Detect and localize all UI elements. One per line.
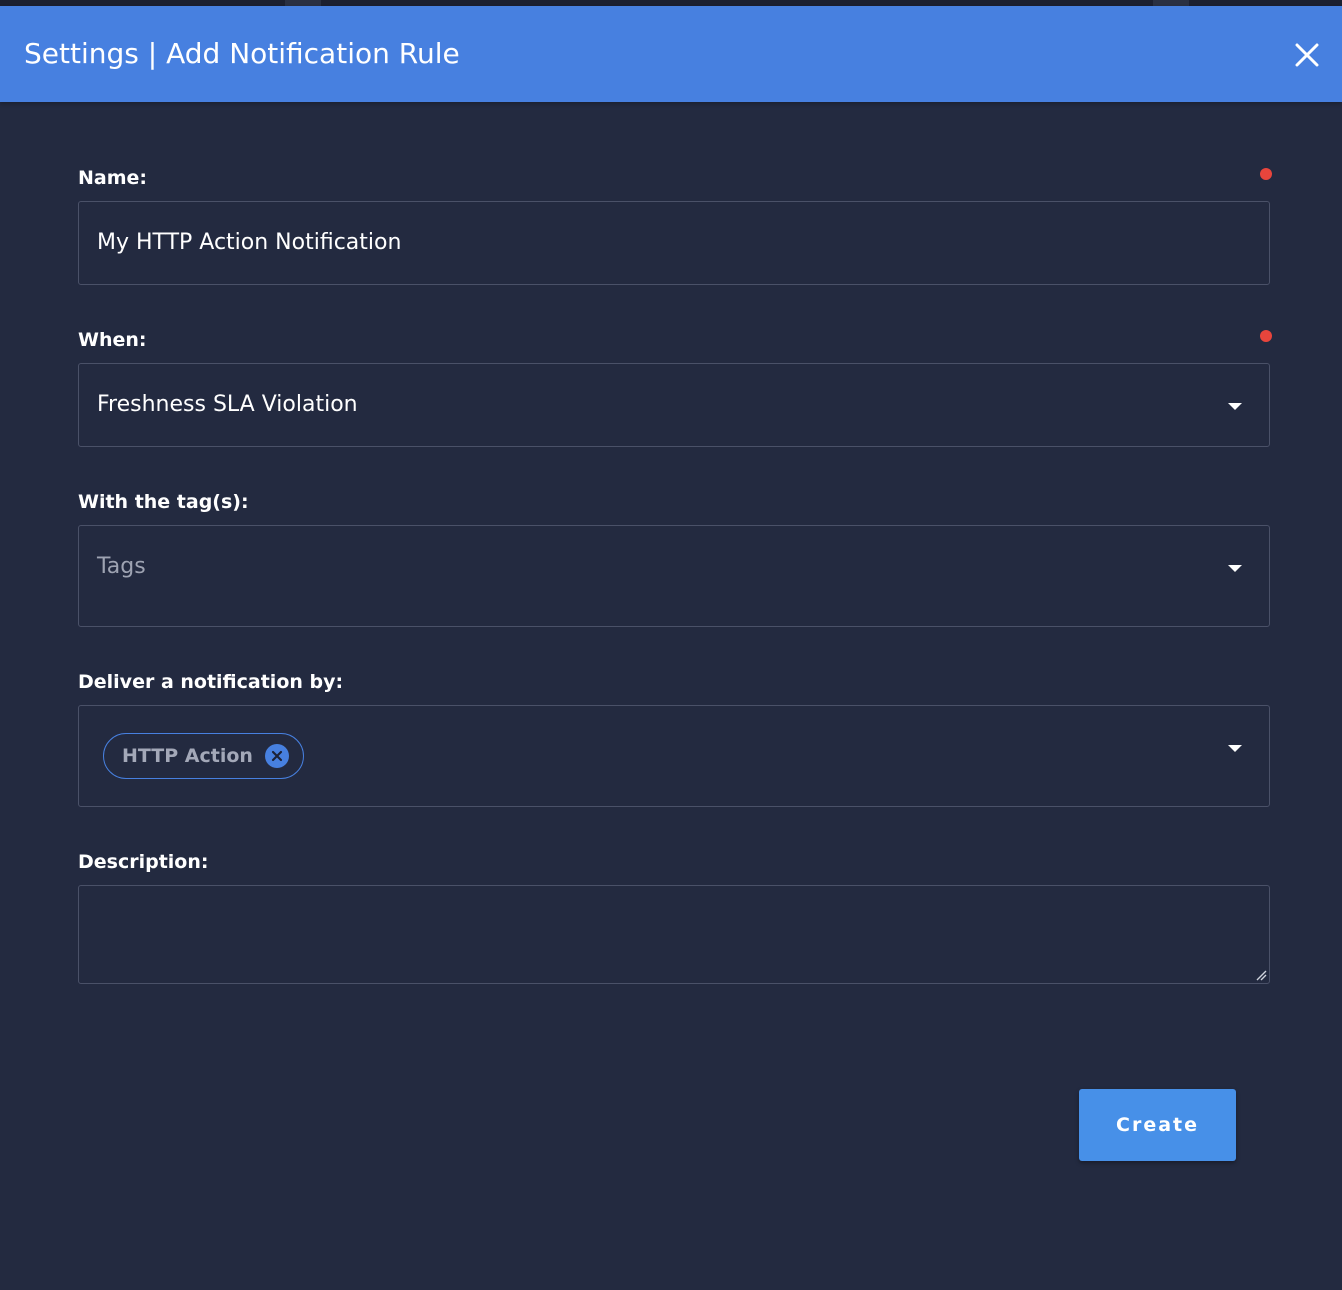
description-textarea[interactable] [78, 885, 1270, 984]
when-select-value: Freshness SLA Violation [97, 392, 358, 417]
dialog-header: Settings | Add Notification Rule [0, 6, 1342, 102]
delivery-chip-remove-button[interactable] [264, 744, 289, 768]
add-notification-rule-dialog: Settings | Add Notification Rule Name: M… [0, 6, 1342, 1290]
deliver-select[interactable]: HTTP Action [78, 705, 1270, 807]
close-icon [1295, 43, 1319, 67]
chevron-down-icon [1228, 565, 1242, 572]
chevron-down-icon [1228, 745, 1242, 752]
name-label: Name: [78, 167, 148, 189]
name-required-indicator [1260, 168, 1272, 180]
tags-placeholder: Tags [97, 554, 146, 579]
when-label: When: [78, 329, 147, 351]
close-circle-icon [271, 750, 283, 762]
delivery-chip: HTTP Action [103, 733, 304, 779]
when-select[interactable]: Freshness SLA Violation [78, 363, 1270, 447]
deliver-label: Deliver a notification by: [78, 671, 344, 693]
resize-handle-icon[interactable] [1255, 969, 1267, 981]
when-required-indicator [1260, 330, 1272, 342]
chevron-down-icon [1228, 403, 1242, 410]
name-input[interactable]: My HTTP Action Notification [78, 201, 1270, 285]
tags-label: With the tag(s): [78, 491, 249, 513]
create-button[interactable]: Create [1079, 1089, 1236, 1161]
delivery-chip-label: HTTP Action [122, 745, 253, 767]
dialog-title: Settings | Add Notification Rule [24, 37, 460, 70]
name-input-value: My HTTP Action Notification [97, 230, 402, 255]
description-label: Description: [78, 851, 209, 873]
tags-select[interactable]: Tags [78, 525, 1270, 627]
close-button[interactable] [1288, 36, 1326, 74]
